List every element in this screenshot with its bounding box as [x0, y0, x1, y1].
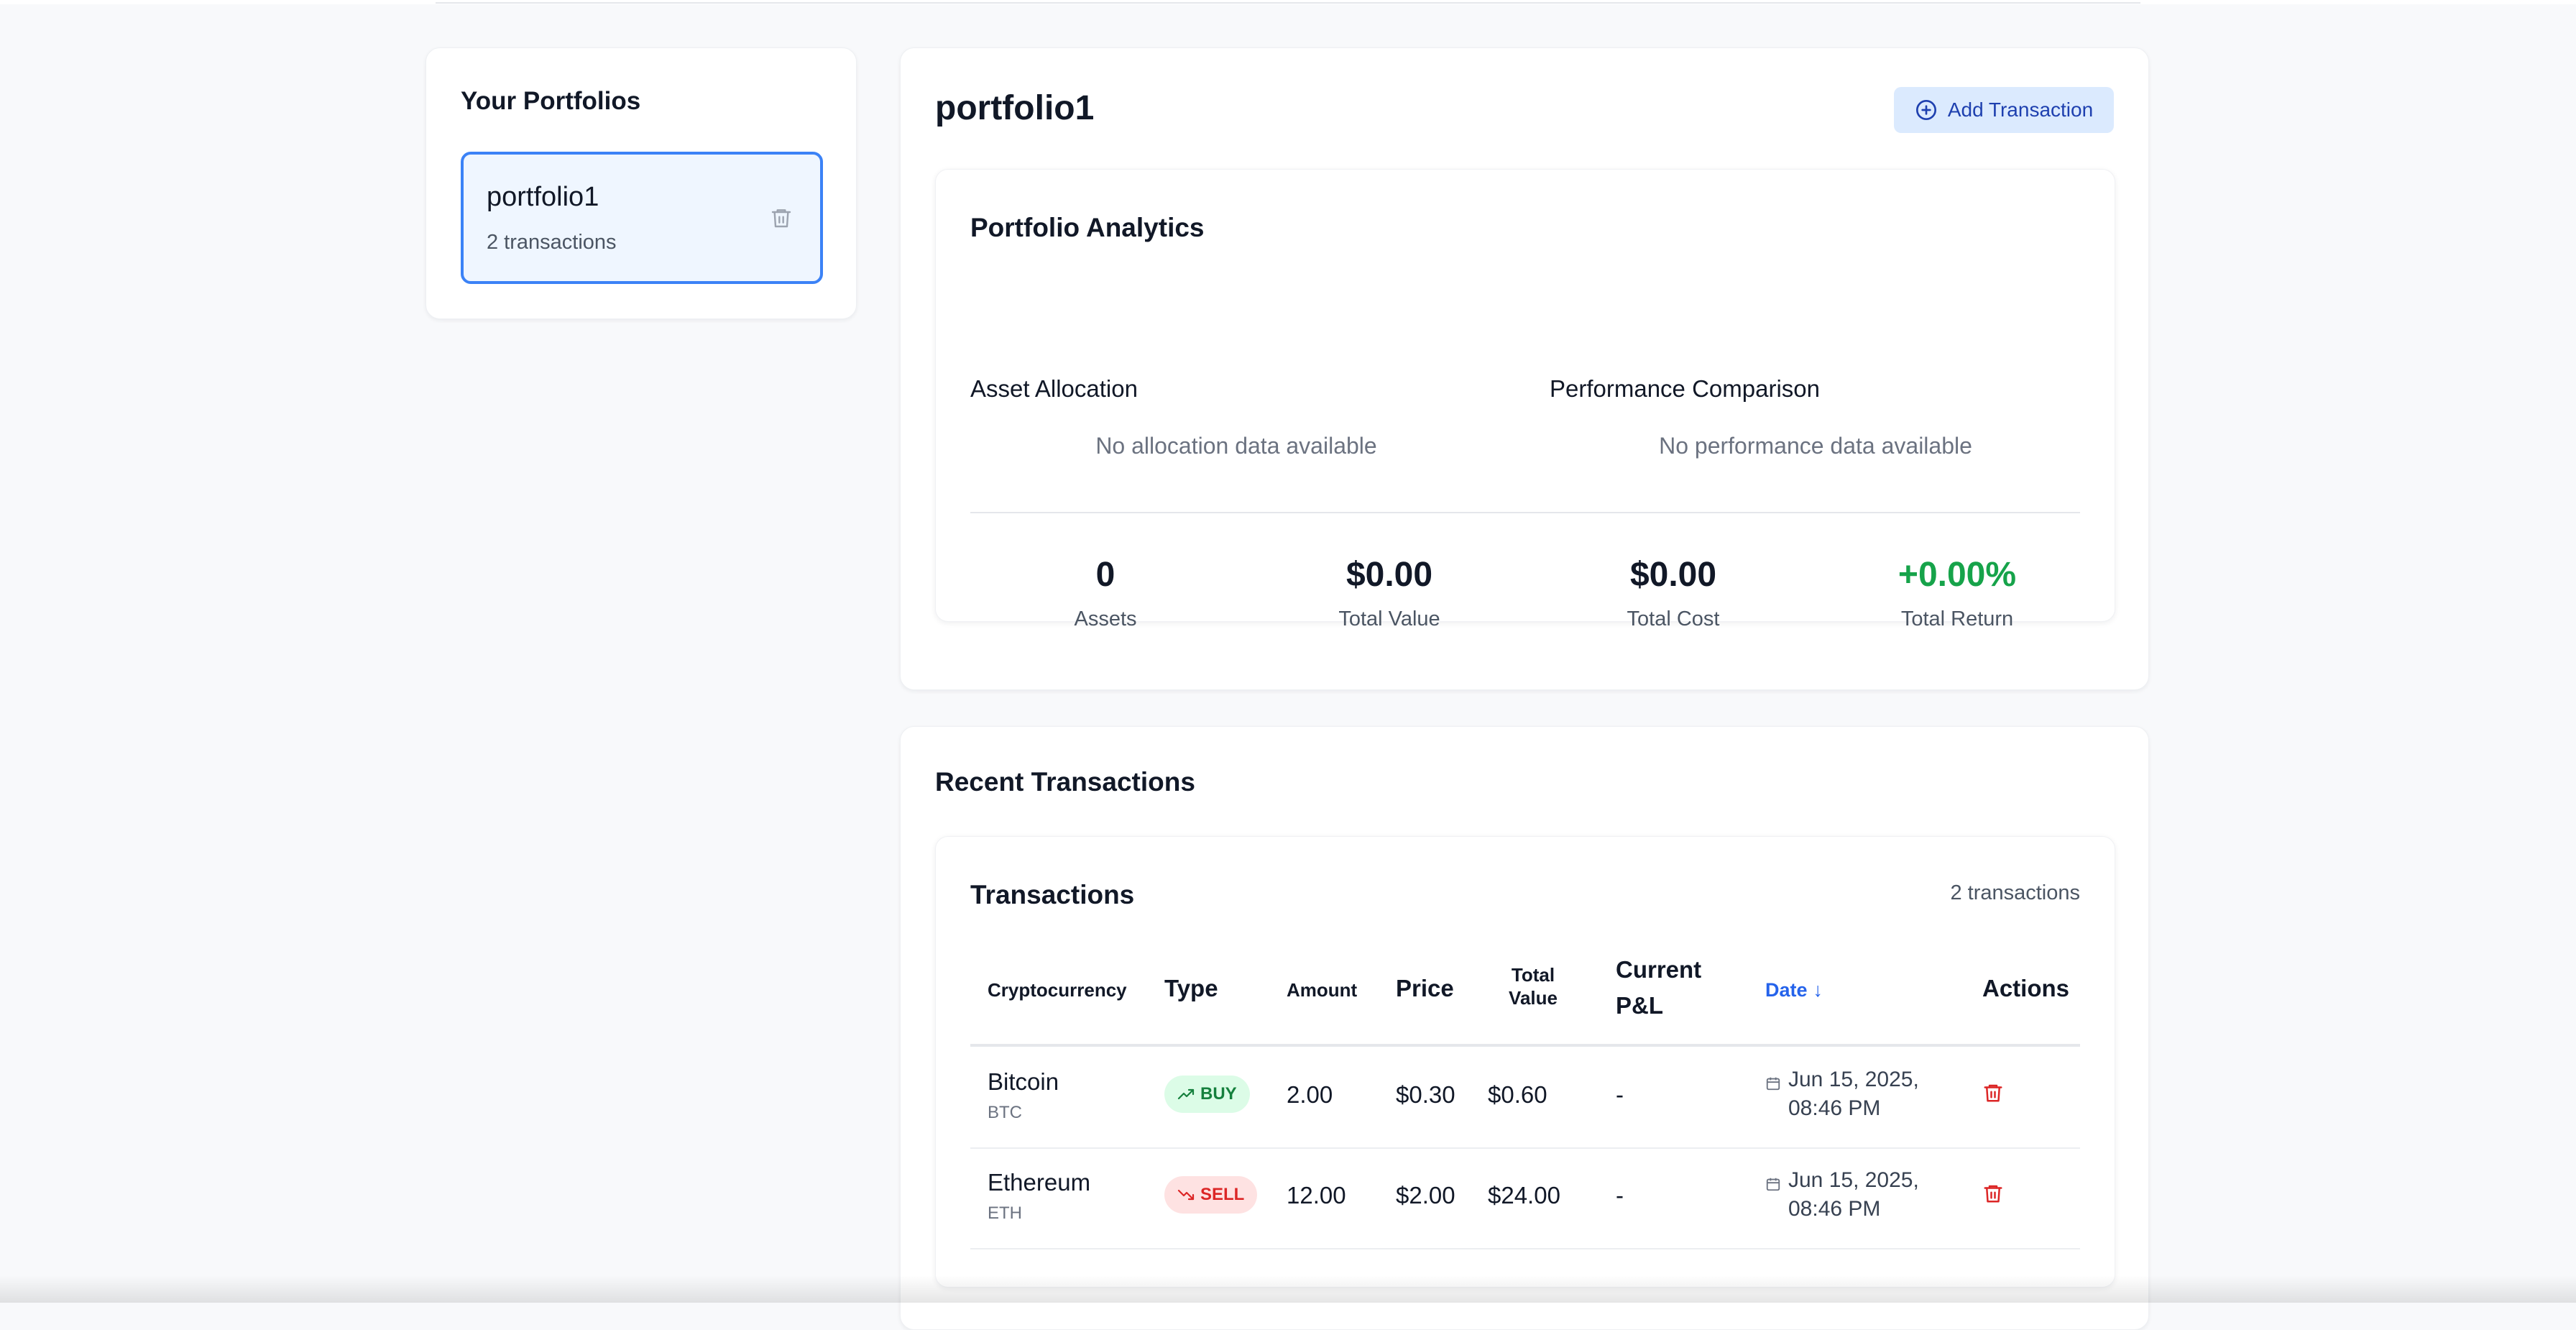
type-badge-buy: BUY [1164, 1076, 1250, 1113]
date-text: Jun 15, 2025, 08:46 PM [1788, 1166, 1932, 1224]
plus-circle-icon [1915, 98, 1938, 121]
total-value-cell: $0.60 [1488, 1081, 1547, 1109]
portfolio-analytics: Portfolio Analytics Asset Allocation No … [935, 169, 2115, 622]
add-transaction-button[interactable]: Add Transaction [1894, 87, 2114, 133]
amount-cell: 2.00 [1287, 1081, 1333, 1109]
col-header-price[interactable]: Price [1396, 975, 1454, 1002]
stat-total-cost-label: Total Cost [1537, 607, 1810, 631]
date-cell: Jun 15, 2025, 08:46 PM [1765, 1166, 1932, 1224]
portfolio-transaction-count: 2 transactions [487, 231, 617, 254]
sidebar-title: Your Portfolios [461, 87, 640, 116]
date-text: Jun 15, 2025, 08:46 PM [1788, 1065, 1932, 1123]
portfolio-title: portfolio1 [935, 88, 1094, 128]
add-transaction-label: Add Transaction [1948, 98, 2093, 121]
stat-total-return: +0.00% Total Return [1821, 555, 2094, 631]
col-header-actions: Actions [1982, 975, 2069, 1002]
total-value-cell: $24.00 [1488, 1182, 1560, 1209]
row-divider [970, 1248, 2080, 1249]
performance-empty-message: No performance data available [1557, 433, 2074, 459]
trash-icon[interactable] [1982, 1180, 2004, 1206]
asset-allocation-title: Asset Allocation [970, 375, 1138, 403]
trash-icon[interactable] [770, 203, 793, 232]
portfolio-list-item[interactable]: portfolio1 2 transactions [461, 152, 823, 284]
transactions-table-card: Transactions 2 transactions Cryptocurren… [935, 836, 2115, 1288]
transactions-count: 2 transactions [1950, 881, 2080, 905]
col-header-date[interactable]: Date ↓ [1765, 979, 1823, 1001]
crypto-name: Bitcoin [988, 1068, 1059, 1096]
trash-icon[interactable] [1982, 1080, 2004, 1106]
portfolios-sidebar: Your Portfolios portfolio1 2 transaction… [426, 47, 857, 319]
date-cell: Jun 15, 2025, 08:46 PM [1765, 1065, 1932, 1123]
stat-total-return-label: Total Return [1821, 607, 2094, 631]
pnl-cell: - [1616, 1182, 1624, 1209]
stat-assets-label: Assets [969, 607, 1242, 631]
portfolio-card: portfolio1 Add Transaction Portfolio Ana… [900, 47, 2149, 690]
crypto-symbol: BTC [988, 1103, 1059, 1123]
col-header-current-pnl[interactable]: Current P&L [1616, 952, 1709, 1024]
stat-total-value: $0.00 Total Value [1253, 555, 1526, 631]
pnl-cell: - [1616, 1081, 1624, 1109]
performance-comparison-title: Performance Comparison [1550, 375, 1820, 403]
crypto-symbol: ETH [988, 1203, 1090, 1224]
type-badge-sell: SELL [1164, 1176, 1257, 1214]
trending-down-icon [1177, 1188, 1195, 1202]
amount-cell: 12.00 [1287, 1182, 1346, 1209]
analytics-title: Portfolio Analytics [970, 213, 1205, 243]
stat-total-value-value: $0.00 [1253, 555, 1526, 595]
recent-transactions-card: Recent Transactions Transactions 2 trans… [900, 726, 2149, 1330]
type-label: SELL [1200, 1185, 1244, 1205]
price-cell: $0.30 [1396, 1081, 1455, 1109]
top-nav-edge [0, 0, 2576, 4]
calendar-icon [1765, 1076, 1781, 1091]
price-cell: $2.00 [1396, 1182, 1455, 1209]
col-header-amount[interactable]: Amount [1287, 979, 1357, 1001]
col-header-date-label: Date [1765, 979, 1808, 1001]
type-label: BUY [1200, 1084, 1237, 1104]
col-header-type[interactable]: Type [1164, 975, 1218, 1002]
stat-total-cost-value: $0.00 [1537, 555, 1810, 595]
stat-assets: 0 Assets [969, 555, 1242, 631]
row-divider [970, 1147, 2080, 1149]
transactions-title: Transactions [970, 880, 1134, 910]
sort-arrow-icon: ↓ [1813, 979, 1823, 1001]
table-row-crypto: Bitcoin BTC [988, 1068, 1059, 1123]
col-header-cryptocurrency[interactable]: Cryptocurrency [988, 979, 1127, 1001]
stat-total-value-label: Total Value [1253, 607, 1526, 631]
allocation-empty-message: No allocation data available [978, 433, 1495, 459]
stat-assets-value: 0 [969, 555, 1242, 595]
recent-transactions-title: Recent Transactions [935, 767, 1195, 797]
stat-total-cost: $0.00 Total Cost [1537, 555, 1810, 631]
analytics-divider [970, 512, 2080, 513]
trending-up-icon [1177, 1087, 1195, 1101]
stat-total-return-value: +0.00% [1821, 555, 2094, 595]
col-header-total-value[interactable]: Total Value [1501, 963, 1565, 1009]
calendar-icon [1765, 1176, 1781, 1192]
portfolio-name: portfolio1 [487, 182, 599, 213]
table-header-divider [970, 1044, 2080, 1047]
crypto-name: Ethereum [988, 1169, 1090, 1196]
table-row-crypto: Ethereum ETH [988, 1169, 1090, 1224]
